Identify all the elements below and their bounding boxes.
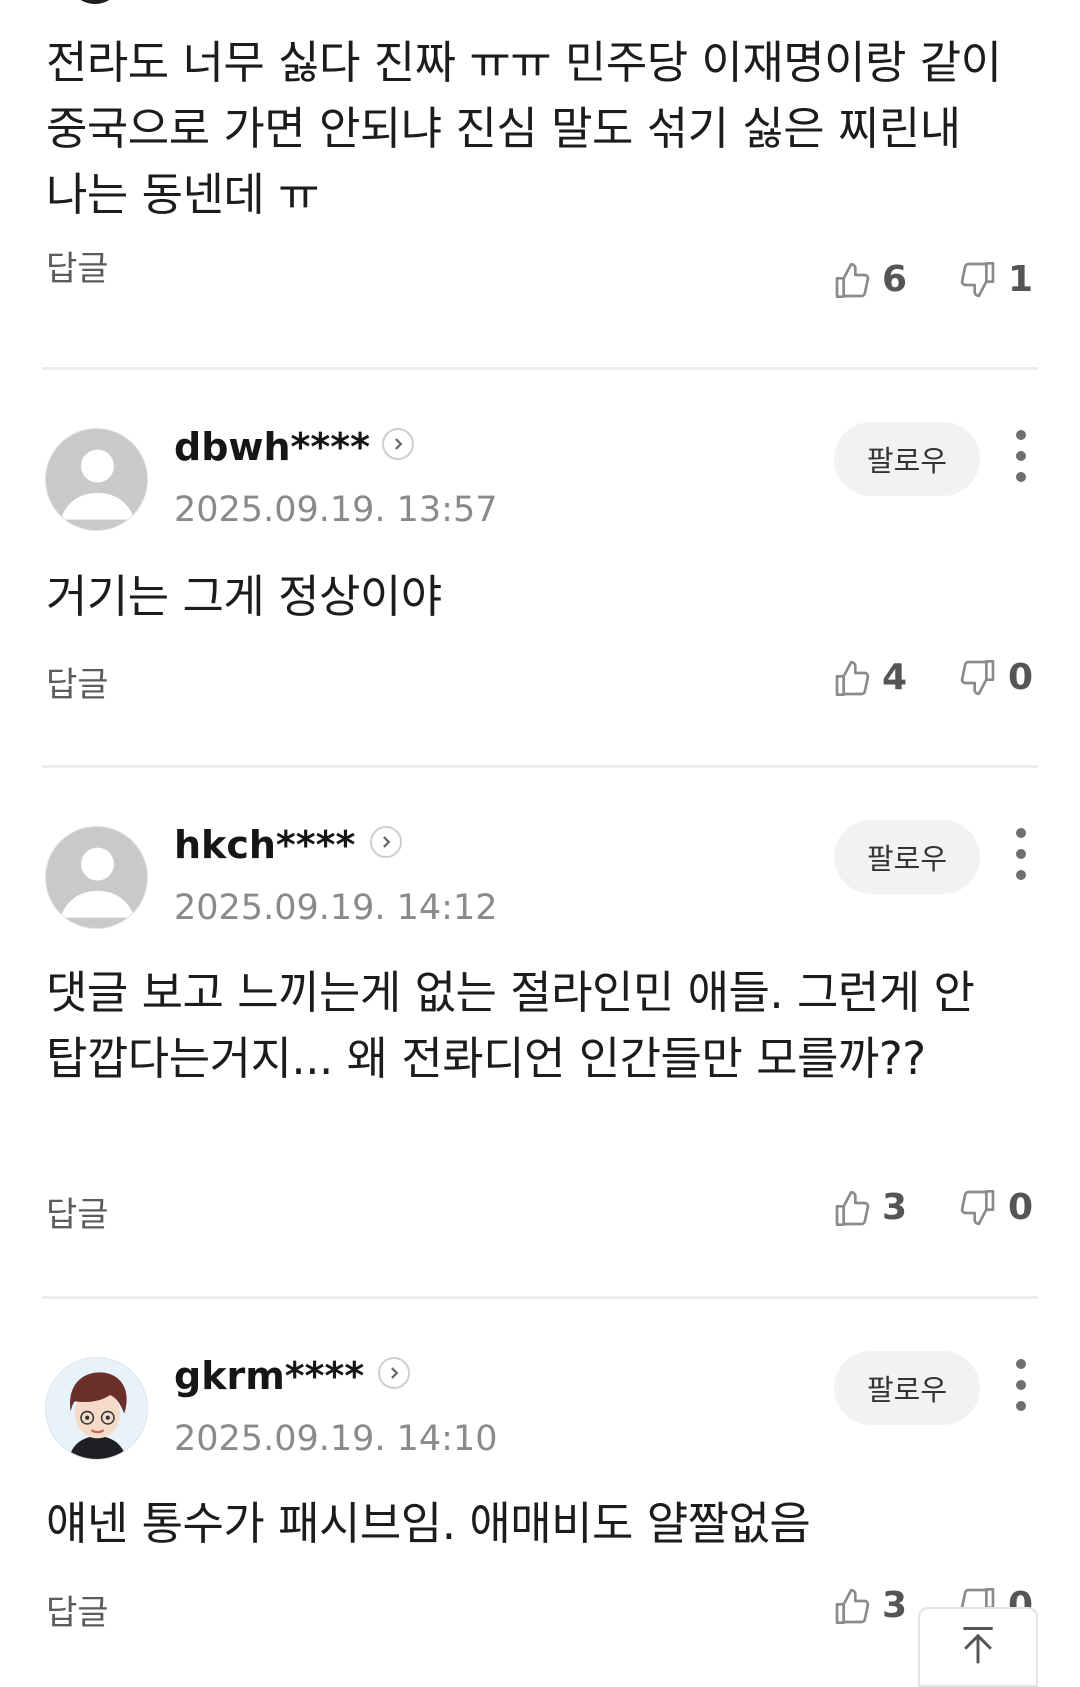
comment-text: 거기는 그게 정상이야 <box>46 570 442 623</box>
comment-divider <box>42 367 1038 370</box>
like-count: 3 <box>882 1585 908 1626</box>
like-count: 4 <box>882 657 908 698</box>
thumbs-down-icon <box>960 262 995 298</box>
reply-button[interactable]: 답글 <box>46 249 109 289</box>
scroll-top-button[interactable] <box>918 1607 1038 1687</box>
comment-divider <box>42 1296 1038 1299</box>
comment-text: 댓글 보고 느끼는게 없는 절라인민 애들. 그런게 안탑깝다는거지... 왜 … <box>46 966 975 1085</box>
like-button[interactable]: 4 <box>832 658 907 698</box>
thumbs-up-icon <box>835 660 870 696</box>
default-avatar-icon <box>60 449 135 520</box>
thumbs-up-icon <box>835 1588 870 1624</box>
comment-text: 얘넨 통수가 패시브임. 애매비도 얄짤없음 <box>46 1497 811 1550</box>
dislike-count: 1 <box>1008 259 1034 300</box>
thumbs-up-icon <box>835 1190 870 1226</box>
comment-text: 전라도 너무 싫다 진짜 ㅠㅠ 민주당 이재명이랑 같이 중국으로 가면 안되냐… <box>46 36 1002 221</box>
like-count: 3 <box>882 1187 908 1228</box>
chevron-right-icon <box>391 1367 399 1379</box>
reply-button[interactable]: 답글 <box>46 665 109 705</box>
reply-button[interactable]: 답글 <box>46 1593 109 1633</box>
thumbs-up-icon <box>835 262 870 298</box>
profile-link[interactable] <box>378 1357 410 1389</box>
default-avatar-icon <box>60 847 135 918</box>
scroll-top-arrow-icon <box>963 1627 993 1664</box>
more-vertical-icon <box>1016 430 1026 440</box>
thumbs-down-icon <box>960 1190 995 1226</box>
avatar <box>66 0 124 4</box>
more-vertical-icon <box>1016 828 1026 838</box>
dislike-count: 0 <box>1008 657 1034 698</box>
profile-link[interactable] <box>370 826 402 858</box>
more-options-button[interactable] <box>1008 828 1034 880</box>
avatar[interactable] <box>45 428 148 531</box>
like-button[interactable]: 3 <box>832 1586 907 1626</box>
like-button[interactable]: 6 <box>832 260 907 300</box>
username[interactable]: dbwh**** <box>174 424 370 470</box>
more-vertical-icon <box>1016 1359 1026 1369</box>
username[interactable]: gkrm**** <box>174 1353 364 1399</box>
follow-button[interactable]: 팔로우 <box>834 422 980 496</box>
character-avatar-icon <box>46 1358 147 1459</box>
avatar[interactable] <box>45 826 148 929</box>
dislike-button[interactable]: 1 <box>958 260 1033 300</box>
comment-divider <box>42 765 1038 768</box>
comment-date: 2025.09.19. 14:12 <box>174 888 498 928</box>
thumbs-down-icon <box>960 660 995 696</box>
comment-date: 2025.09.19. 13:57 <box>174 490 498 530</box>
dislike-count: 0 <box>1008 1187 1034 1228</box>
like-count: 6 <box>882 259 908 300</box>
dislike-button[interactable]: 0 <box>958 1188 1033 1228</box>
profile-link[interactable] <box>382 428 414 460</box>
like-button[interactable]: 3 <box>832 1188 907 1228</box>
chevron-right-icon <box>383 836 391 848</box>
avatar[interactable] <box>45 1357 148 1460</box>
dislike-button[interactable]: 0 <box>958 658 1033 698</box>
follow-button[interactable]: 팔로우 <box>834 820 980 894</box>
more-options-button[interactable] <box>1008 430 1034 482</box>
follow-button[interactable]: 팔로우 <box>834 1351 980 1425</box>
chevron-right-icon <box>395 438 403 450</box>
more-options-button[interactable] <box>1008 1359 1034 1411</box>
username[interactable]: hkch**** <box>174 822 355 868</box>
comment-date: 2025.09.19. 14:10 <box>174 1419 498 1459</box>
reply-button[interactable]: 답글 <box>46 1195 109 1235</box>
